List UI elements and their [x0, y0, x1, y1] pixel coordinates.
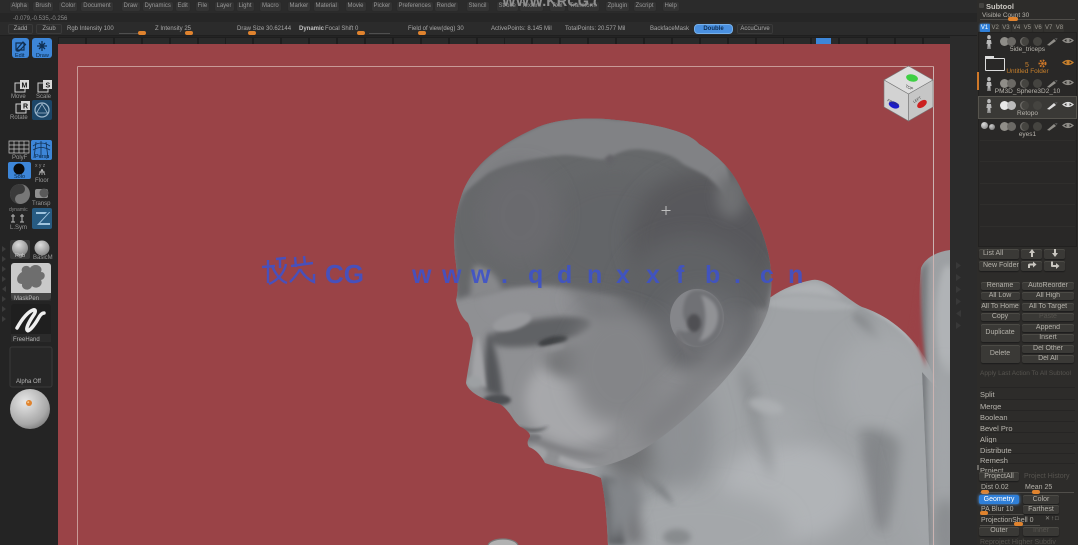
svg-text:M: M [22, 83, 28, 90]
svg-text:Move: Move [11, 94, 26, 100]
svg-text:Solo: Solo [14, 174, 25, 180]
svg-text:Floor: Floor [35, 178, 49, 184]
svg-text:FreeHand: FreeHand [13, 337, 40, 343]
svg-text:PolyF: PolyF [12, 155, 28, 161]
svg-text:Edit: Edit [15, 53, 25, 59]
svg-text:Draw: Draw [36, 53, 49, 59]
svg-text:Rotate: Rotate [10, 115, 28, 121]
svg-text:BasicM: BasicM [33, 255, 53, 261]
svg-text:CG: CG [325, 259, 364, 289]
svg-text:Rgb: Rgb [15, 253, 25, 259]
svg-text:S: S [46, 83, 51, 90]
svg-text:Transp: Transp [32, 201, 51, 207]
svg-text:Persp: Persp [35, 154, 49, 160]
svg-text:R: R [23, 104, 28, 111]
svg-text:MaskPen: MaskPen [14, 296, 39, 302]
svg-text:x y z: x y z [35, 163, 46, 169]
svg-text:dynamic: dynamic [9, 207, 28, 213]
svg-text:Scale: Scale [36, 94, 52, 100]
svg-text:L.Sym: L.Sym [10, 225, 27, 231]
svg-text:Alpha Off: Alpha Off [16, 379, 41, 385]
